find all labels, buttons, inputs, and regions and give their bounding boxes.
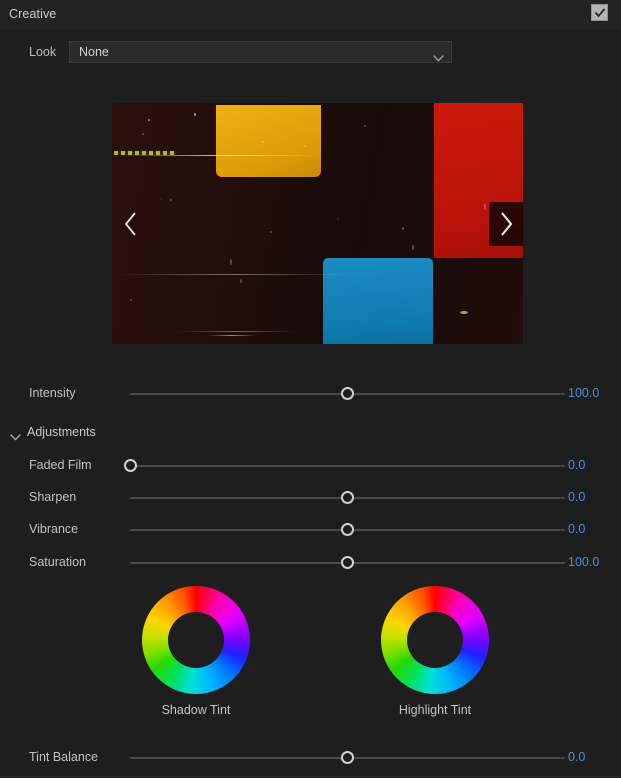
highlight-tint-control[interactable]: Highlight Tint [355,586,515,717]
highlight-tint-label: Highlight Tint [398,703,472,717]
shadow-tint-control[interactable]: Shadow Tint [116,586,276,717]
preview-yellow-block [216,105,321,177]
tint-balance-row: Tint Balance 0.0 [0,747,621,769]
chevron-down-icon [433,49,444,67]
sharpen-row: Sharpen 0.0 [0,487,621,509]
preview-cyan-block [323,258,433,344]
preview-prev-button[interactable] [114,202,148,246]
shadow-tint-label: Shadow Tint [161,703,231,717]
shadow-tint-wheel[interactable] [142,586,250,694]
slider-thumb[interactable] [341,491,354,504]
look-row: Look None [0,41,621,65]
intensity-slider[interactable] [130,383,565,405]
slider-track [130,465,565,467]
saturation-label: Saturation [29,555,86,569]
adjustments-label: Adjustments [27,425,96,439]
tint-balance-label: Tint Balance [29,750,99,764]
highlight-tint-wheel[interactable] [381,586,489,694]
slider-thumb[interactable] [341,556,354,569]
tint-balance-value[interactable]: 0.0 [568,750,585,764]
sharpen-label: Sharpen [29,490,77,504]
section-header: Creative [0,0,621,29]
saturation-slider[interactable] [130,552,565,574]
chevron-right-icon [498,211,514,237]
faded-film-row: Faded Film 0.0 [0,455,621,477]
preview-next-button[interactable] [489,201,523,246]
look-label: Look [29,45,57,59]
page-title: Creative [9,7,57,21]
intensity-value[interactable]: 100.0 [568,386,599,400]
slider-thumb[interactable] [341,523,354,536]
look-preview-image [112,103,523,344]
saturation-value[interactable]: 100.0 [568,555,599,569]
chevron-left-icon [123,211,139,237]
slider-thumb[interactable] [123,459,137,472]
vibrance-label: Vibrance [29,522,79,536]
chevron-down-icon [10,428,21,446]
look-dropdown[interactable]: None [69,41,452,63]
look-preview[interactable] [112,103,523,344]
vibrance-row: Vibrance 0.0 [0,519,621,541]
slider-thumb[interactable] [341,387,354,400]
intensity-row: Intensity 100.0 [0,383,621,405]
tint-balance-slider[interactable] [130,747,565,769]
look-selected-value: None [79,45,109,59]
saturation-row: Saturation 100.0 [0,552,621,574]
panel-divider [0,776,621,777]
tint-wheels: Shadow Tint Highlight Tint [0,586,621,734]
faded-film-value[interactable]: 0.0 [568,458,585,472]
checkmark-icon [594,7,606,19]
enable-effect-checkbox[interactable] [591,4,608,21]
lumetri-creative-panel: Creative Look None Intensity 100.0 Adjus… [0,0,621,778]
slider-thumb[interactable] [341,751,354,764]
sharpen-value[interactable]: 0.0 [568,490,585,504]
vibrance-value[interactable]: 0.0 [568,522,585,536]
vibrance-slider[interactable] [130,519,565,541]
adjustments-disclosure[interactable]: Adjustments [0,423,621,443]
faded-film-slider[interactable] [123,455,565,477]
intensity-label: Intensity [29,386,76,400]
faded-film-label: Faded Film [29,458,92,472]
sharpen-slider[interactable] [130,487,565,509]
